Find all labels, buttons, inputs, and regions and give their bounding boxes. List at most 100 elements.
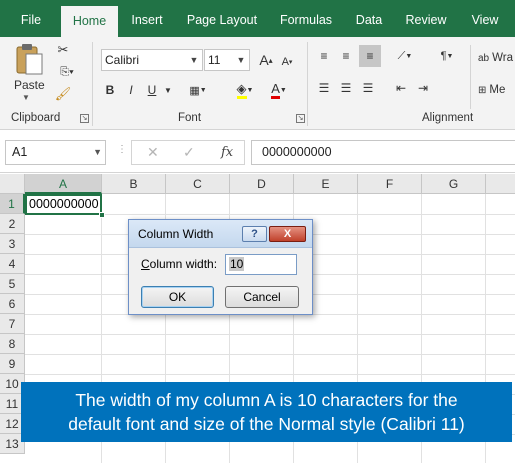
clipboard-launcher-icon[interactable]: ↘ xyxy=(80,114,89,123)
paste-dropdown-icon[interactable]: ▼ xyxy=(22,93,30,102)
group-divider xyxy=(470,45,471,109)
row-header-2[interactable]: 2 xyxy=(0,214,25,234)
font-color-icon: A xyxy=(271,81,280,99)
row-header-7[interactable]: 7 xyxy=(0,314,25,334)
paragraph-direction-icon[interactable]: ¶ ▼ xyxy=(434,47,460,65)
column-width-value: 10 xyxy=(229,257,245,271)
column-width-input[interactable]: 10 xyxy=(225,254,297,275)
gridline xyxy=(25,354,515,355)
row-header-6[interactable]: 6 xyxy=(0,294,25,314)
enter-icon[interactable]: ✓ xyxy=(183,141,195,164)
formula-input[interactable]: 0000000000 xyxy=(251,140,515,165)
formula-bar: A1 ▼ ⋮ ✕ ✓ fx 0000000000 xyxy=(0,131,515,173)
shrink-font-icon: A xyxy=(281,56,289,68)
caption-line-1: The width of my column A is 10 character… xyxy=(75,390,458,410)
caption-line-2: default font and size of the Normal styl… xyxy=(68,414,465,434)
caption-banner: The width of my column A is 10 character… xyxy=(21,382,512,442)
insert-function-button[interactable]: fx xyxy=(221,141,233,164)
column-header-e[interactable]: E xyxy=(294,174,358,194)
copy-icon[interactable]: ⎘▾ xyxy=(54,63,80,81)
column-width-dialog: Column Width ? X Column width: 10 OK Can… xyxy=(128,219,313,315)
chevron-down-icon[interactable]: ▼ xyxy=(186,50,202,70)
align-left-icon[interactable]: ☰ xyxy=(315,79,333,97)
font-name-combo[interactable]: Calibri ▼ xyxy=(101,49,203,71)
row-header-3[interactable]: 3 xyxy=(0,234,25,254)
paste-button[interactable] xyxy=(12,41,46,77)
cell-a1[interactable]: 0000000000 xyxy=(25,194,102,215)
orientation-icon[interactable]: ⟋ ▼ xyxy=(392,47,418,65)
borders-icon[interactable]: ▦ ▼ xyxy=(184,80,212,100)
chevron-down-icon[interactable]: ▼ xyxy=(233,50,249,70)
help-button[interactable]: ? xyxy=(242,226,267,242)
align-right-icon[interactable]: ☰ xyxy=(359,79,377,97)
name-box-value: A1 xyxy=(12,145,28,159)
column-width-label: Column width: xyxy=(141,257,217,271)
ribbon: Paste ▼ ✂ ⎘▾ 🖌 Clipboard ↘ Calibri ▼ 11 … xyxy=(0,37,515,130)
row-header-5[interactable]: 5 xyxy=(0,274,25,294)
select-all-corner[interactable] xyxy=(0,174,25,194)
font-size-value: 11 xyxy=(208,53,221,67)
cut-icon[interactable]: ✂ xyxy=(54,41,72,59)
tab-file[interactable]: File xyxy=(14,0,48,37)
cancel-button[interactable]: Cancel xyxy=(225,286,299,308)
align-center-icon[interactable]: ☰ xyxy=(337,79,355,97)
increase-indent-icon[interactable]: ⇥ xyxy=(414,79,432,97)
cancel-icon[interactable]: ✕ xyxy=(147,141,159,164)
tab-home[interactable]: Home xyxy=(61,6,118,37)
bold-button[interactable]: B xyxy=(100,80,120,100)
alignment-group-label: Alignment xyxy=(422,112,474,124)
column-header-a[interactable]: A xyxy=(25,174,102,194)
underline-button[interactable]: U xyxy=(142,80,162,100)
column-header-g[interactable]: G xyxy=(422,174,486,194)
paste-icon xyxy=(16,44,43,75)
grow-font-button[interactable]: A ▴ xyxy=(257,51,275,69)
align-middle-icon[interactable]: ≡ xyxy=(337,47,355,65)
drag-handle-icon[interactable]: ⋮ xyxy=(117,144,127,155)
align-top-icon[interactable]: ≡ xyxy=(315,47,333,65)
font-color-button[interactable]: A ▼ xyxy=(264,79,294,101)
row-header-9[interactable]: 9 xyxy=(0,354,25,374)
grow-font-icon: A xyxy=(259,52,269,68)
column-header-h[interactable] xyxy=(486,174,515,194)
group-divider xyxy=(307,42,308,126)
format-painter-icon[interactable]: 🖌 xyxy=(54,85,72,103)
column-header-d[interactable]: D xyxy=(230,174,294,194)
label-text: olumn width: xyxy=(149,257,218,271)
font-name-value: Calibri xyxy=(105,53,140,67)
gridline xyxy=(25,334,515,335)
column-header-f[interactable]: F xyxy=(358,174,422,194)
tab-formulas[interactable]: Formulas xyxy=(273,0,339,37)
label-mnemonic: C xyxy=(141,257,150,271)
font-size-combo[interactable]: 11 ▼ xyxy=(204,49,250,71)
formula-buttons: ✕ ✓ fx xyxy=(131,140,245,165)
align-bottom-icon[interactable]: ≡ xyxy=(359,45,381,67)
fill-handle[interactable] xyxy=(99,212,105,218)
clipboard-group-label: Clipboard xyxy=(11,112,61,124)
chevron-down-icon[interactable]: ▼ xyxy=(93,141,102,164)
row-header-1[interactable]: 1 xyxy=(0,194,25,214)
row-header-4[interactable]: 4 xyxy=(0,254,25,274)
close-button[interactable]: X xyxy=(269,226,306,242)
shrink-font-button[interactable]: A ▾ xyxy=(278,53,296,71)
gridline xyxy=(25,374,515,375)
decrease-indent-icon[interactable]: ⇤ xyxy=(392,79,410,97)
tab-insert[interactable]: Insert xyxy=(124,0,170,37)
column-header-b[interactable]: B xyxy=(102,174,166,194)
fill-color-icon[interactable]: ◈ ▼ xyxy=(230,79,260,101)
dialog-title: Column Width xyxy=(138,227,214,241)
font-launcher-icon[interactable]: ↘ xyxy=(296,114,305,123)
merge-center-button[interactable]: ⊞ Me xyxy=(478,81,515,99)
column-header-c[interactable]: C xyxy=(166,174,230,194)
paste-label[interactable]: Paste xyxy=(14,78,45,92)
chevron-down-icon[interactable]: ▼ xyxy=(162,80,174,100)
tab-review[interactable]: Review xyxy=(398,0,454,37)
tab-data[interactable]: Data xyxy=(349,0,389,37)
name-box[interactable]: A1 ▼ xyxy=(5,140,106,165)
tab-page-layout[interactable]: Page Layout xyxy=(183,0,261,37)
tab-view[interactable]: View xyxy=(463,0,507,37)
ok-button[interactable]: OK xyxy=(141,286,214,308)
dialog-title-bar[interactable]: Column Width ? X xyxy=(129,220,312,248)
wrap-text-button[interactable]: ab Wra xyxy=(478,49,515,67)
row-header-8[interactable]: 8 xyxy=(0,334,25,354)
italic-button[interactable]: I xyxy=(121,80,141,100)
